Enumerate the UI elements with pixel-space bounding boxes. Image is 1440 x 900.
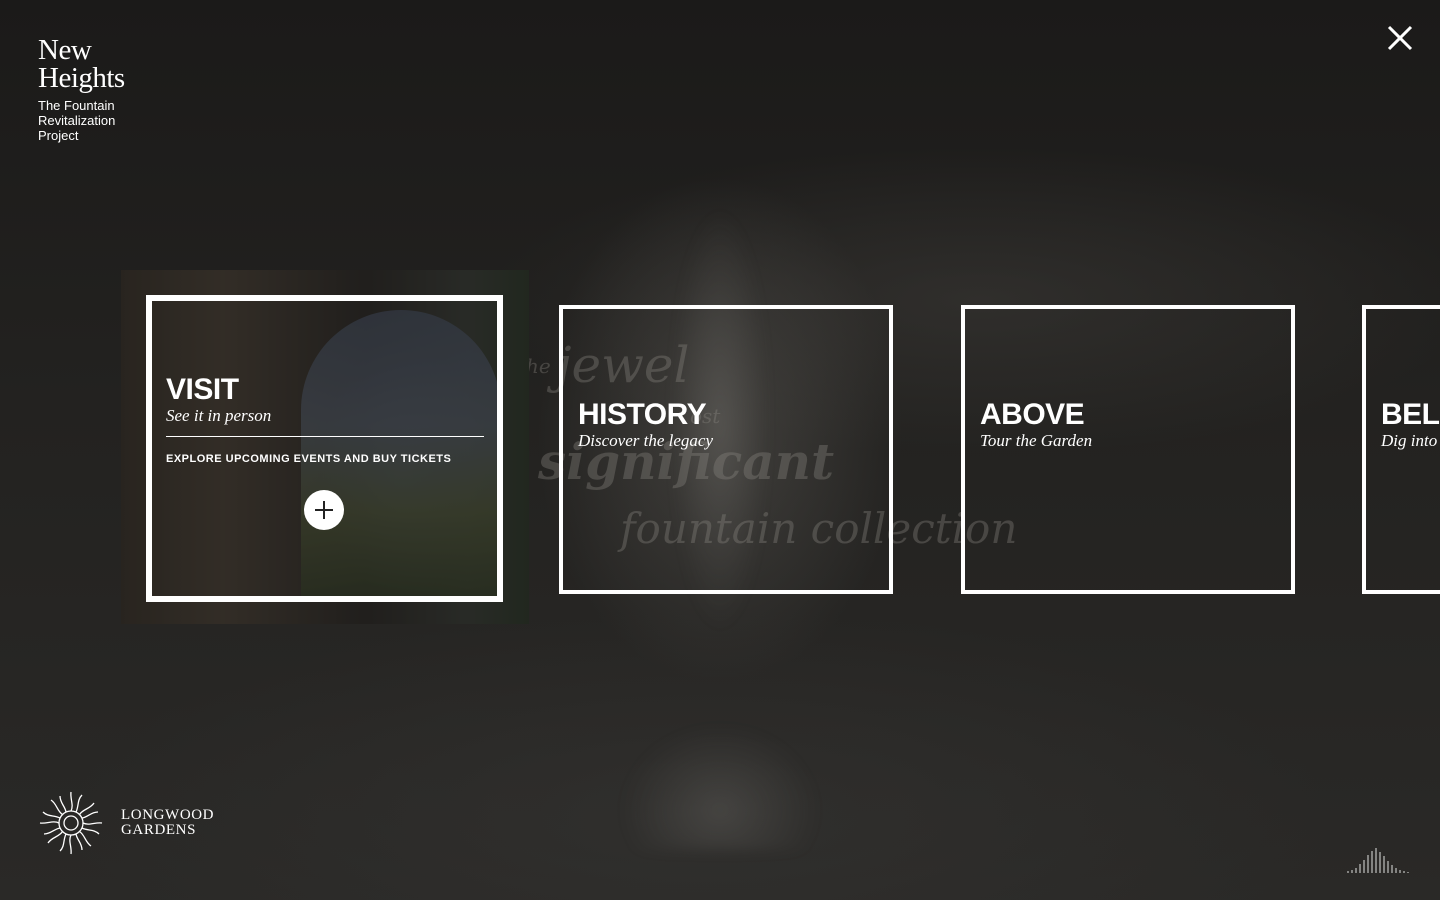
project-logo-subtitle: The Fountain Revitalization Project: [38, 98, 116, 143]
history-card[interactable]: HISTORY Discover the legacy: [559, 305, 893, 594]
above-card-subheading: Tour the Garden: [980, 431, 1093, 450]
project-logo[interactable]: New Heights The Fountain Revitalization …: [38, 34, 125, 144]
menu-overlay: he jewel ost significant fountain collec…: [0, 0, 1440, 900]
above-card[interactable]: ABOVE Tour the Garden: [961, 305, 1295, 594]
longwood-sunburst-icon: [39, 791, 103, 855]
divider: [166, 436, 484, 437]
visit-card-heading: VISIT: [166, 373, 239, 406]
sound-wave-icon: [1347, 848, 1409, 873]
sound-toggle-button[interactable]: [1346, 846, 1412, 874]
plus-icon[interactable]: [304, 490, 344, 530]
history-card-subheading: Discover the legacy: [578, 431, 713, 450]
above-card-heading: ABOVE: [980, 398, 1085, 431]
history-card-heading: HISTORY: [578, 398, 707, 431]
close-button[interactable]: [1382, 20, 1418, 56]
visit-card-subheading: See it in person: [166, 406, 272, 425]
visit-card[interactable]: VISIT See it in person EXPLORE UPCOMING …: [146, 295, 503, 602]
project-logo-title: New Heights: [38, 34, 125, 94]
below-card-heading: BELOW: [1381, 398, 1440, 431]
below-card[interactable]: BELOW Dig into the: [1362, 305, 1440, 594]
visit-card-cta[interactable]: EXPLORE UPCOMING EVENTS AND BUY TICKETS: [166, 453, 484, 465]
longwood-gardens-wordmark: LONGWOOD GARDENS: [121, 807, 215, 838]
longwood-gardens-logo[interactable]: LONGWOOD GARDENS: [36, 788, 214, 858]
below-card-subheading: Dig into the: [1381, 431, 1440, 450]
close-icon: [1387, 25, 1413, 51]
